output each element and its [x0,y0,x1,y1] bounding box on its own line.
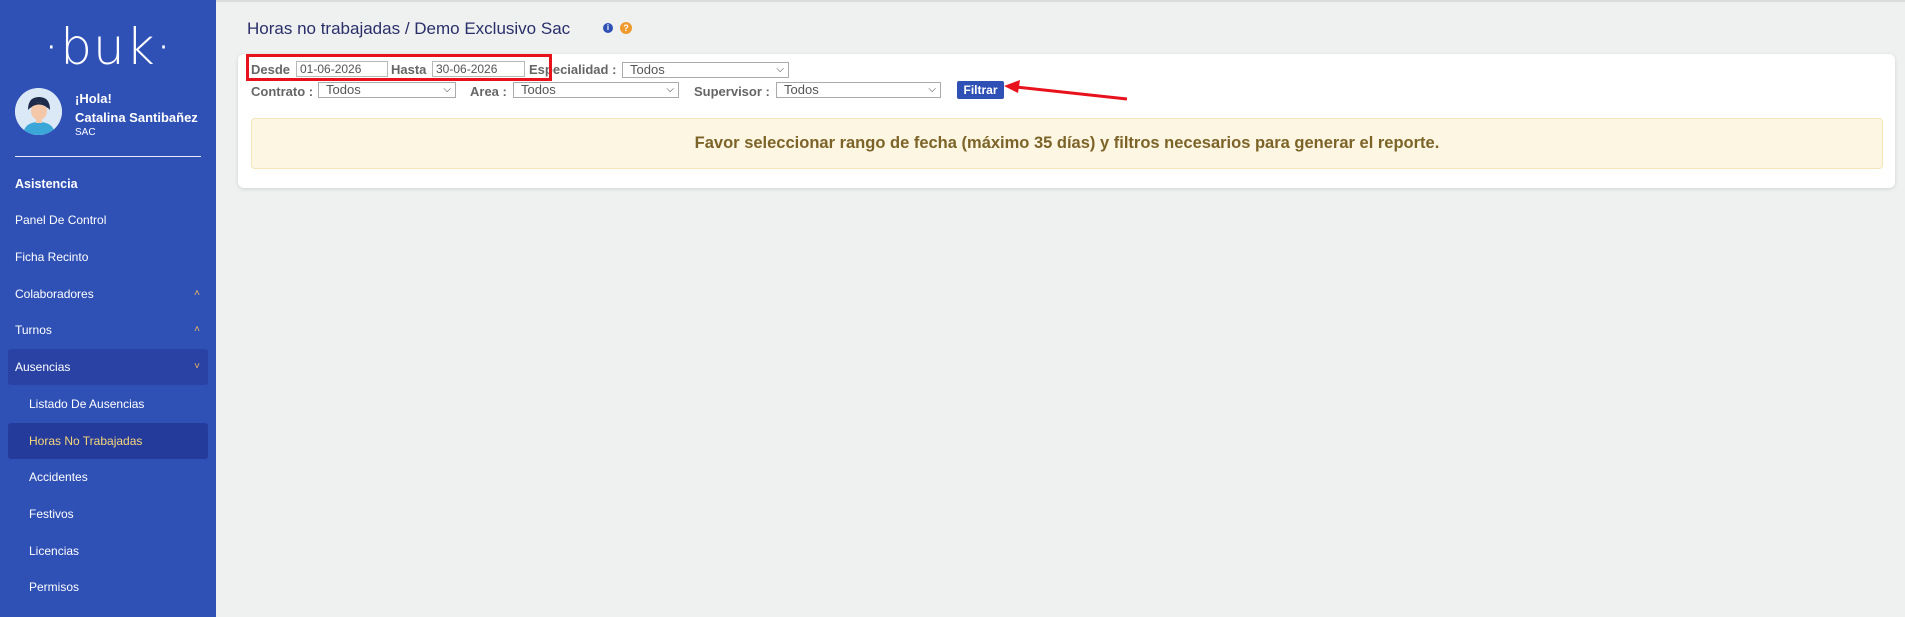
contrato-select[interactable]: Todos ⌵ [318,82,456,98]
notice-message: Favor seleccionar rango de fecha (máximo… [251,118,1883,169]
user-greeting: ¡Hola! Catalina Santibañez [75,89,198,127]
help-icon[interactable]: ? [620,22,632,34]
area-selected: Todos [521,82,556,97]
sidebar-item-panel-de-control[interactable]: Panel De Control [8,202,208,238]
sidebar-item-asistencia[interactable]: Asistencia [8,166,208,202]
buk-logo[interactable]: ·buk· [0,22,216,72]
chevron-down-icon: ˅ [194,361,200,372]
sidebar-item-colaboradores[interactable]: Colaboradores ˄ [8,276,208,312]
sidebar: ·buk· ¡Hola! Catalina Santibañez SAC Asi… [0,0,216,617]
red-arrow-annotation [1004,80,1128,101]
supervisor-selected: Todos [784,82,819,97]
sidebar-item-festivos[interactable]: Festivos [8,496,208,532]
sidebar-item-ausencias[interactable]: Ausencias ˅ [8,349,208,385]
chevron-up-icon: ˄ [194,288,200,299]
sidebar-item-permisos[interactable]: Permisos [8,569,208,605]
user-role: SAC [75,127,96,138]
contrato-selected: Todos [326,82,361,97]
especialidad-selected: Todos [630,62,665,77]
info-icon[interactable]: i [603,23,613,33]
sidebar-item-listado-de-ausencias[interactable]: Listado De Ausencias [8,386,208,422]
user-name: Catalina Santibañez [75,110,198,125]
chevron-down-icon: ⌵ [776,64,784,75]
supervisor-select[interactable]: Todos ⌵ [776,82,941,98]
supervisor-label: Supervisor : [694,84,770,99]
area-select[interactable]: Todos ⌵ [513,82,679,98]
sidebar-item-label: Colaboradores [15,287,94,301]
area-label: Area : [470,84,507,99]
sidebar-item-licencias[interactable]: Licencias [8,533,208,569]
chevron-down-icon: ⌵ [443,84,451,95]
date-range-highlight [246,54,552,81]
chevron-down-icon: ⌵ [928,84,936,95]
chevron-up-icon: ˄ [194,324,200,335]
sidebar-item-horas-no-trabajadas[interactable]: Horas No Trabajadas [8,423,208,459]
sidebar-item-turnos[interactable]: Turnos ˄ [8,312,208,348]
avatar-icon [15,88,62,135]
sidebar-item-accidentes[interactable]: Accidentes [8,459,208,495]
especialidad-select[interactable]: Todos ⌵ [622,62,789,78]
top-divider [216,0,1905,2]
sidebar-item-label: Ausencias [15,360,71,374]
page-title: Horas no trabajadas / Demo Exclusivo Sac [247,19,571,38]
chevron-down-icon: ⌵ [666,84,674,95]
sidebar-item-label: Turnos [15,323,52,337]
contrato-label: Contrato : [251,84,314,99]
avatar[interactable] [15,88,62,135]
sidebar-item-ficha-recinto[interactable]: Ficha Recinto [8,239,208,275]
greeting-text: ¡Hola! [75,91,112,106]
sidebar-divider [15,156,201,157]
filtrar-button[interactable]: Filtrar [957,81,1004,99]
